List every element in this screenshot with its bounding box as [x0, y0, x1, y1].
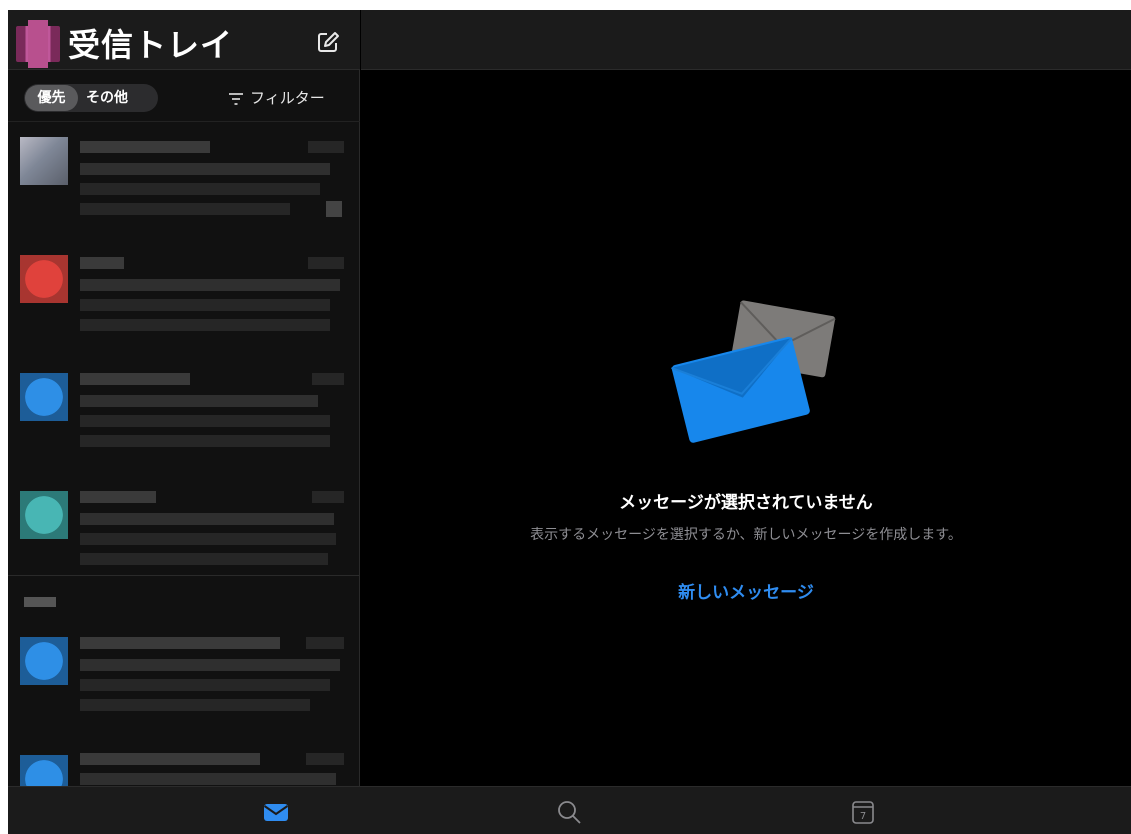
list-item[interactable] [8, 623, 360, 741]
blurred-text [80, 279, 340, 291]
avatar [20, 137, 68, 185]
blurred-text [306, 753, 344, 765]
blurred-text [80, 415, 330, 427]
account-avatar[interactable] [16, 20, 60, 68]
blurred-text [80, 319, 330, 331]
filter-label: フィルター [250, 89, 325, 107]
blurred-text [80, 183, 320, 195]
page-title: 受信トレイ [68, 26, 234, 64]
envelope-icon [671, 300, 836, 443]
envelopes-illustration [663, 288, 843, 458]
calendar-day: 7 [860, 811, 866, 822]
avatar [20, 373, 68, 421]
tab-focused[interactable]: 優先 [25, 85, 78, 111]
blurred-text [80, 773, 336, 785]
outlook-app-window: 受信トレイ 優先 その他 フィルター メッセージが選択されていません 表示するメ… [8, 10, 1131, 834]
blurred-text [80, 659, 340, 671]
reading-pane-header [361, 10, 1131, 70]
blurred-text [80, 637, 280, 649]
compose-button[interactable] [314, 28, 342, 56]
compose-icon [318, 32, 339, 52]
search-icon [558, 801, 581, 824]
mail-list-panel: 受信トレイ 優先 その他 フィルター [8, 10, 360, 786]
section-divider [8, 575, 360, 576]
filter-button[interactable]: フィルター [228, 84, 325, 112]
tab-calendar[interactable]: 7 [848, 797, 878, 827]
new-message-link[interactable]: 新しいメッセージ [361, 578, 1131, 603]
tab-search[interactable] [554, 797, 584, 827]
focused-other-toggle: 優先 その他 [24, 84, 158, 112]
tab-other[interactable]: その他 [86, 85, 128, 111]
list-item[interactable] [8, 741, 360, 786]
blurred-text [80, 373, 190, 385]
blurred-text [80, 141, 210, 153]
blurred-text [80, 435, 330, 447]
filter-icon [229, 92, 243, 105]
mail-icon [263, 804, 289, 821]
avatar [20, 637, 68, 685]
blurred-text [312, 373, 344, 385]
blurred-text [308, 257, 344, 269]
list-item[interactable] [8, 123, 360, 241]
tab-mail[interactable] [261, 797, 291, 827]
blurred-icon [326, 201, 342, 217]
list-item[interactable] [8, 241, 360, 359]
blurred-text [80, 299, 330, 311]
blurred-text [80, 513, 334, 525]
blurred-text [80, 753, 260, 765]
blurred-text [80, 395, 318, 407]
blurred-text [312, 491, 344, 503]
avatar [20, 255, 68, 303]
blurred-text [80, 533, 336, 545]
blurred-text [80, 491, 156, 503]
list-item[interactable] [8, 359, 360, 477]
blurred-text [80, 163, 330, 175]
bottom-tab-bar: 7 [8, 786, 1131, 834]
inbox-header: 受信トレイ [8, 10, 360, 70]
empty-state-subtitle: 表示するメッセージを選択するか、新しいメッセージを作成します。 [530, 527, 962, 543]
mail-list [8, 123, 360, 786]
blurred-text [80, 553, 328, 565]
blurred-text [306, 637, 344, 649]
blurred-text [308, 141, 344, 153]
blurred-text [80, 699, 310, 711]
blurred-text [80, 679, 330, 691]
blurred-text [80, 257, 124, 269]
avatar [20, 491, 68, 539]
calendar-icon: 7 [852, 801, 874, 824]
avatar [20, 755, 68, 786]
blurred-text [80, 203, 290, 215]
list-item[interactable] [8, 477, 360, 595]
empty-state-title: メッセージが選択されていません [619, 493, 873, 513]
filter-bar: 優先 その他 フィルター [8, 70, 360, 122]
section-header [24, 597, 56, 607]
